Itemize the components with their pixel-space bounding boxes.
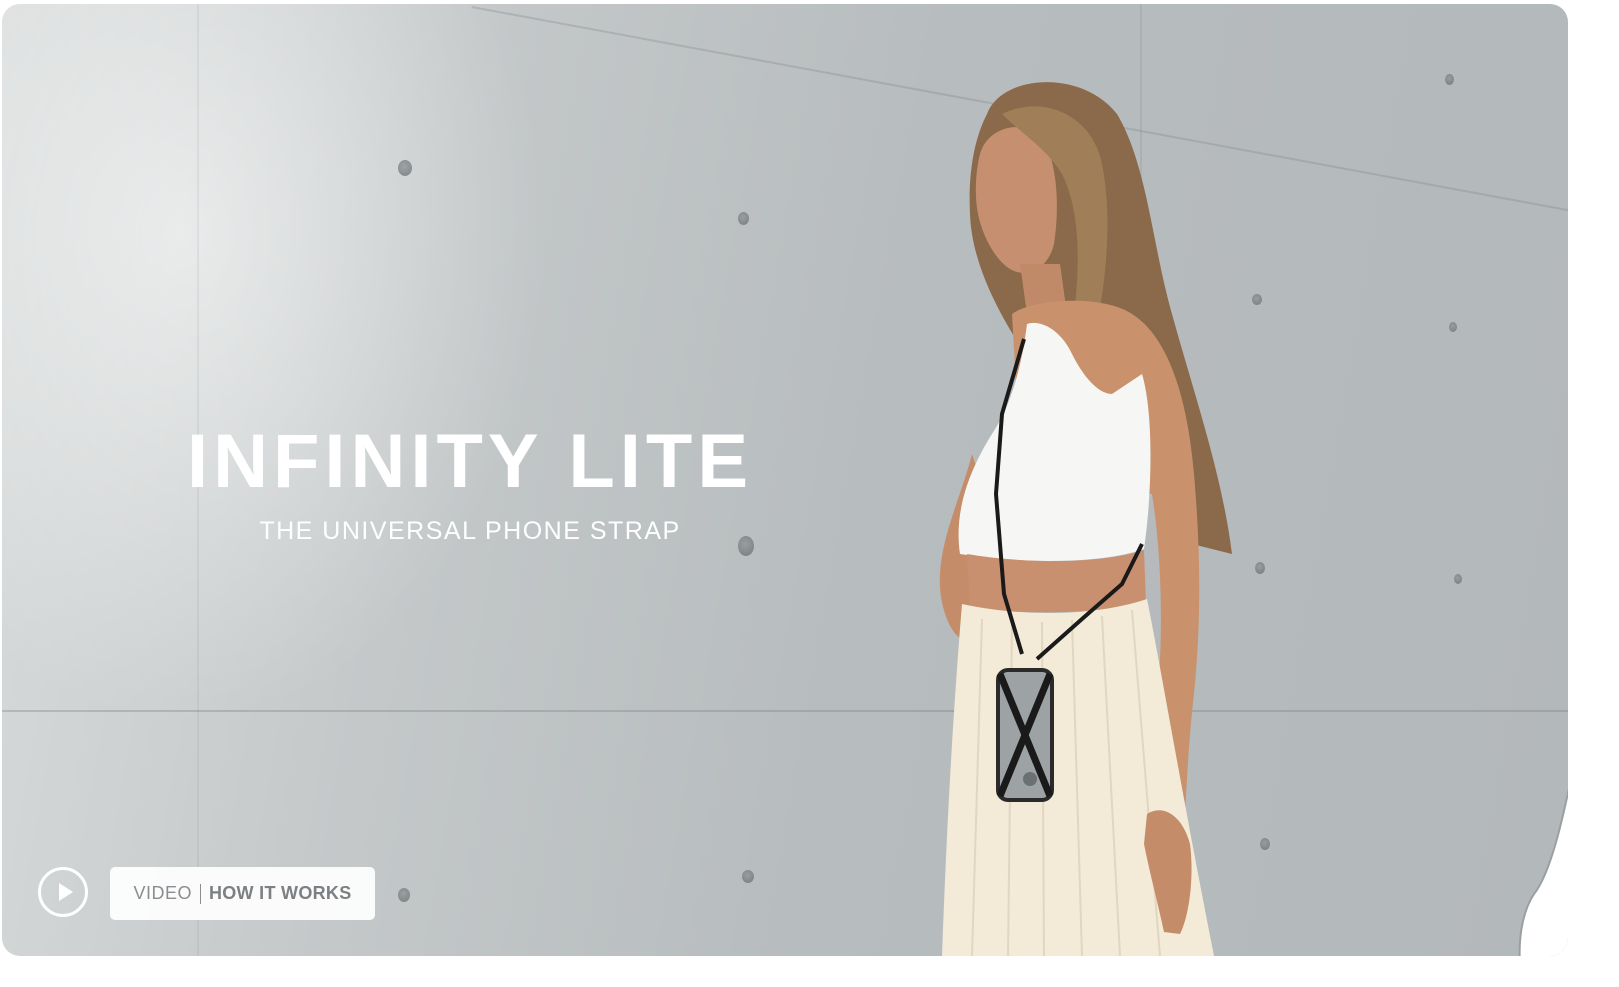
play-icon [59, 883, 73, 901]
how-it-works-video-button[interactable]: VIDEO HOW IT WORKS [110, 867, 375, 920]
hero-subtitle: THE UNIVERSAL PHONE STRAP [259, 517, 681, 545]
hero-banner: INFINITY LITE THE UNIVERSAL PHONE STRAP [2, 4, 1568, 956]
next-slide-preview [1518, 788, 1568, 956]
wall-hole [742, 870, 754, 883]
wall-hole [738, 212, 749, 225]
hero-title: INFINITY LITE [186, 419, 754, 504]
video-prefix-label: VIDEO [133, 883, 192, 903]
wall-hole [1260, 838, 1270, 850]
wall-hole [1449, 322, 1457, 332]
wall-hole [1255, 562, 1265, 574]
wall-hole [1445, 74, 1454, 85]
how-it-works-label: HOW IT WORKS [208, 883, 352, 903]
wall-hole [398, 160, 412, 176]
play-video-button[interactable] [38, 867, 88, 917]
divider [199, 883, 201, 904]
wall-seam [2, 710, 1568, 712]
wall-hole [1252, 294, 1262, 305]
wall-hole [398, 888, 410, 902]
wall-hole [1454, 574, 1462, 584]
model-photo [932, 74, 1242, 956]
